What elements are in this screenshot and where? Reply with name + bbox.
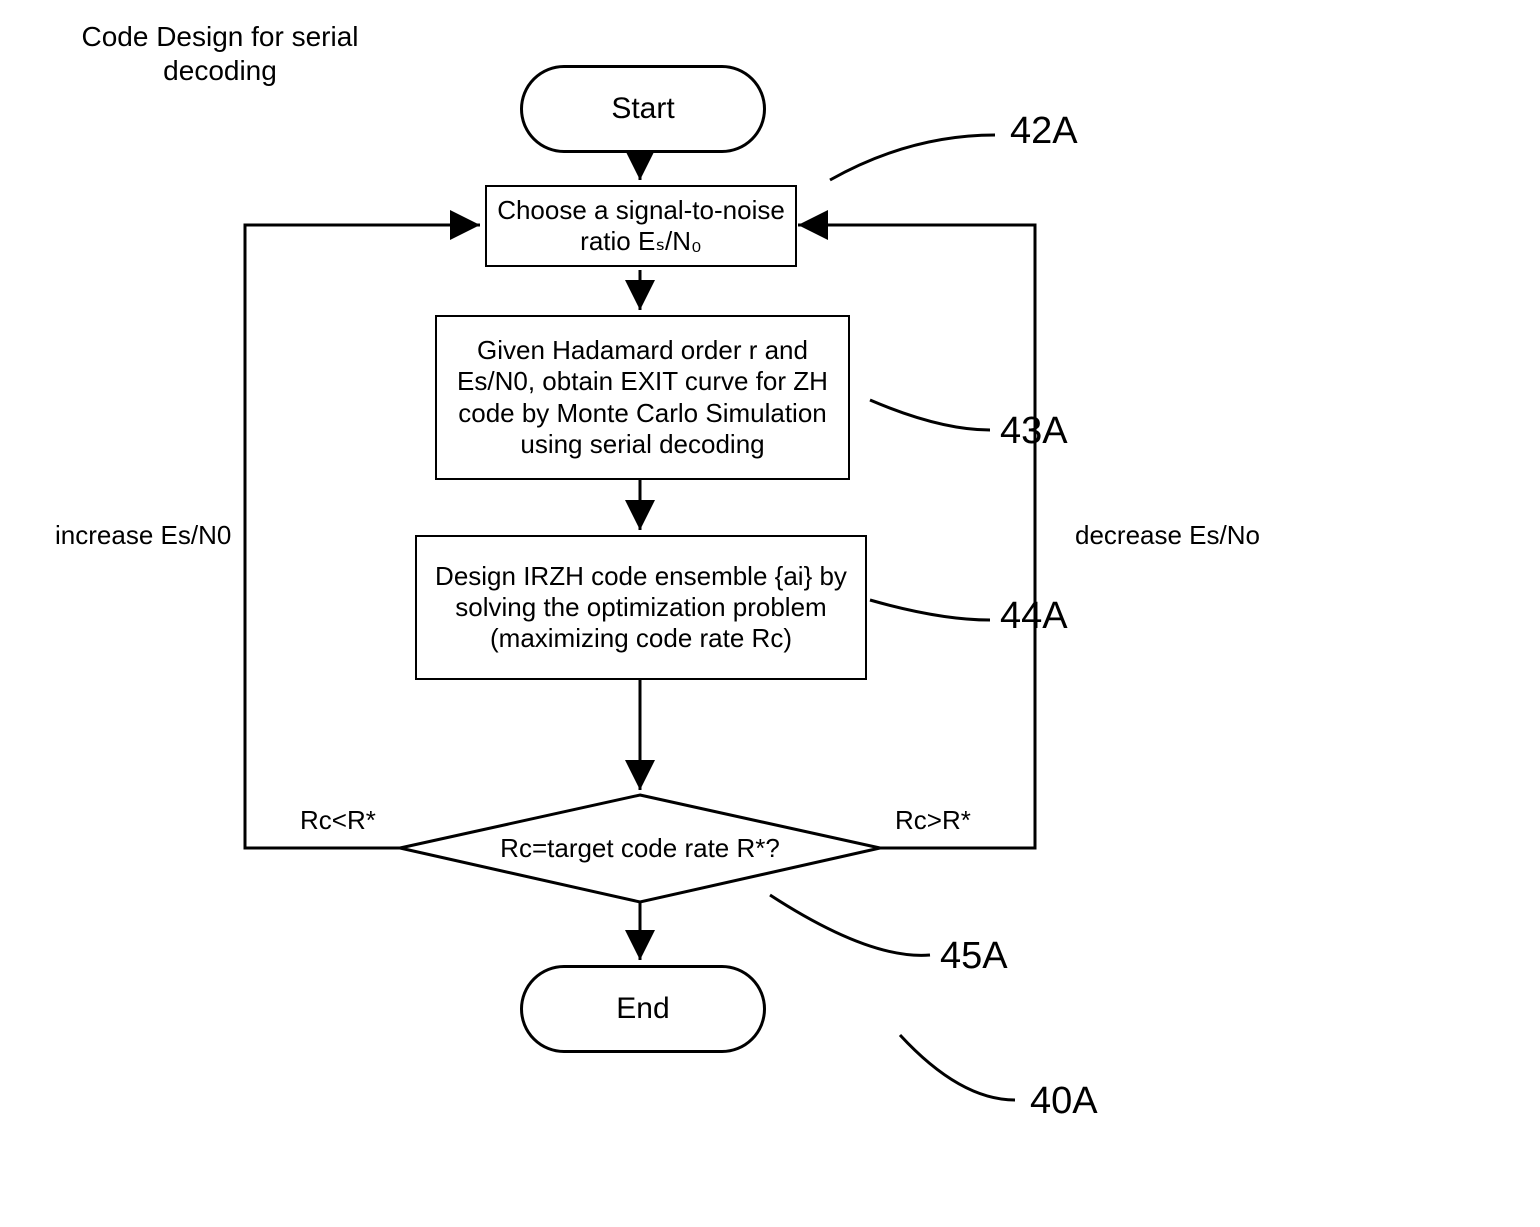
box-42a: Choose a signal-to-noise ratio Eₛ/N₀ — [485, 185, 797, 267]
label-rc-lt: Rc<R* — [300, 805, 376, 836]
label-decrease: decrease Es/No — [1075, 520, 1260, 551]
ref-45a: 45A — [940, 935, 1008, 978]
leader-45a — [770, 895, 930, 955]
decision-text: Rc=target code rate R*? — [470, 833, 810, 864]
ref-44a: 44A — [1000, 595, 1068, 638]
leader-40a — [900, 1035, 1015, 1100]
label-increase: increase Es/N0 — [55, 520, 231, 551]
ref-40a: 40A — [1030, 1080, 1098, 1123]
box-44a: Design IRZH code ensemble {ai} by solvin… — [415, 535, 867, 680]
leader-42a — [830, 135, 995, 180]
label-rc-gt: Rc>R* — [895, 805, 971, 836]
leader-44a — [870, 600, 990, 620]
box-43a: Given Hadamard order r and Es/N0, obtain… — [435, 315, 850, 480]
start-terminator: Start — [520, 65, 766, 153]
end-terminator: End — [520, 965, 766, 1053]
ref-43a: 43A — [1000, 410, 1068, 453]
leader-43a — [870, 400, 990, 430]
diagram-title: Code Design for serial decoding — [55, 20, 385, 87]
ref-42a: 42A — [1010, 110, 1078, 153]
